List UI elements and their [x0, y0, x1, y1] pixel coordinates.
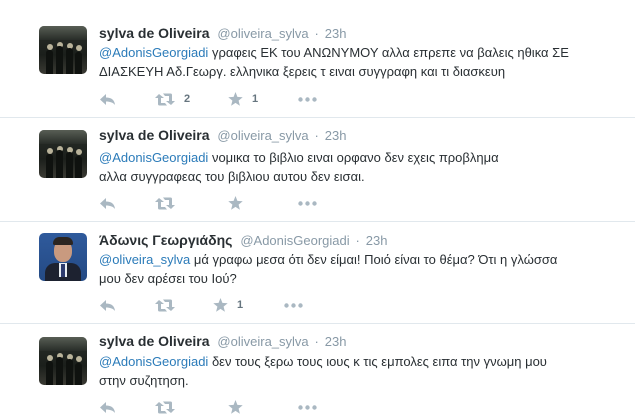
favorite-count: 1 — [252, 93, 259, 105]
tweet-header: sylva de Oliveira @oliveira_sylva · 23h — [99, 127, 346, 143]
retweet-button[interactable] — [155, 398, 184, 416]
reply-icon — [100, 93, 115, 105]
retweet-icon — [155, 197, 175, 209]
more-icon — [298, 404, 317, 410]
retweet-icon — [155, 299, 175, 311]
avatar[interactable] — [39, 233, 87, 281]
tweet[interactable]: sylva de Oliveira @oliveira_sylva · 23h … — [0, 118, 635, 222]
author-handle[interactable]: @oliveira_sylva — [217, 128, 308, 143]
timestamp[interactable]: 23h — [325, 26, 347, 41]
mention-link[interactable]: @AdonisGeorgiadi — [99, 354, 208, 369]
reply-icon — [100, 299, 115, 311]
reply-button[interactable] — [99, 296, 116, 314]
reply-icon — [100, 401, 115, 413]
more-icon — [298, 96, 317, 102]
star-icon — [213, 298, 228, 312]
star-icon — [228, 92, 243, 106]
timestamp[interactable]: 23h — [325, 128, 347, 143]
more-icon — [284, 302, 303, 308]
retweet-icon — [155, 93, 175, 105]
tweet-header: sylva de Oliveira @oliveira_sylva · 23h — [99, 333, 346, 349]
tweet-header: sylva de Oliveira @oliveira_sylva · 23h — [99, 25, 346, 41]
separator-dot: · — [314, 128, 319, 143]
retweet-count: 2 — [184, 93, 191, 105]
author-name[interactable]: sylva de Oliveira — [99, 127, 210, 143]
tweet[interactable]: sylva de Oliveira @oliveira_sylva · 23h … — [0, 0, 635, 118]
more-button[interactable] — [298, 398, 317, 416]
separator-dot: · — [314, 26, 319, 41]
author-name[interactable]: Άδωνις Γεωργιάδης — [99, 232, 232, 248]
tweet[interactable]: Άδωνις Γεωργιάδης @AdonisGeorgiadi · 23h… — [0, 222, 635, 324]
mention-link[interactable]: @AdonisGeorgiadi — [99, 150, 208, 165]
reply-button[interactable] — [99, 90, 116, 108]
author-handle[interactable]: @oliveira_sylva — [217, 334, 308, 349]
tweet[interactable]: sylva de Oliveira @oliveira_sylva · 23h … — [0, 324, 635, 417]
favorite-button[interactable] — [228, 194, 252, 212]
tweet-text: @oliveira_sylva μά γραφω μεσα ότι δεν εί… — [99, 250, 569, 288]
star-icon — [228, 400, 243, 414]
avatar[interactable] — [39, 130, 87, 178]
mention-link[interactable]: @AdonisGeorgiadi — [99, 45, 208, 60]
more-button[interactable] — [298, 194, 317, 212]
more-button[interactable] — [298, 90, 317, 108]
favorite-count: 1 — [237, 299, 244, 311]
author-handle[interactable]: @oliveira_sylva — [217, 26, 308, 41]
retweet-button[interactable] — [155, 296, 184, 314]
author-name[interactable]: sylva de Oliveira — [99, 333, 210, 349]
avatar[interactable] — [39, 26, 87, 74]
favorite-button[interactable]: 1 — [213, 296, 243, 314]
tweet-text: @AdonisGeorgiadi γραφεις ΕΚ του ΑΝΩΝΥΜΟΥ… — [99, 43, 599, 81]
separator-dot: · — [355, 233, 360, 248]
tweet-header: Άδωνις Γεωργιάδης @AdonisGeorgiadi · 23h — [99, 232, 387, 248]
author-handle[interactable]: @AdonisGeorgiadi — [240, 233, 349, 248]
retweet-icon — [155, 401, 175, 413]
reply-button[interactable] — [99, 398, 116, 416]
separator-dot: · — [314, 334, 319, 349]
reply-button[interactable] — [99, 194, 116, 212]
tweet-text: @AdonisGeorgiadi δεν τους ξερω τους ιους… — [99, 352, 559, 390]
timestamp[interactable]: 23h — [366, 233, 388, 248]
retweet-button[interactable] — [155, 194, 184, 212]
star-icon — [228, 196, 243, 210]
retweet-button[interactable]: 2 — [155, 90, 190, 108]
favorite-button[interactable]: 1 — [228, 90, 258, 108]
avatar[interactable] — [39, 337, 87, 385]
more-icon — [298, 200, 317, 206]
author-name[interactable]: sylva de Oliveira — [99, 25, 210, 41]
more-button[interactable] — [284, 296, 303, 314]
mention-link[interactable]: @oliveira_sylva — [99, 252, 190, 267]
timestamp[interactable]: 23h — [325, 334, 347, 349]
reply-icon — [100, 197, 115, 209]
tweet-text: @AdonisGeorgiadi νομικα το βιβλιο ειναι … — [99, 148, 499, 186]
favorite-button[interactable] — [228, 398, 252, 416]
